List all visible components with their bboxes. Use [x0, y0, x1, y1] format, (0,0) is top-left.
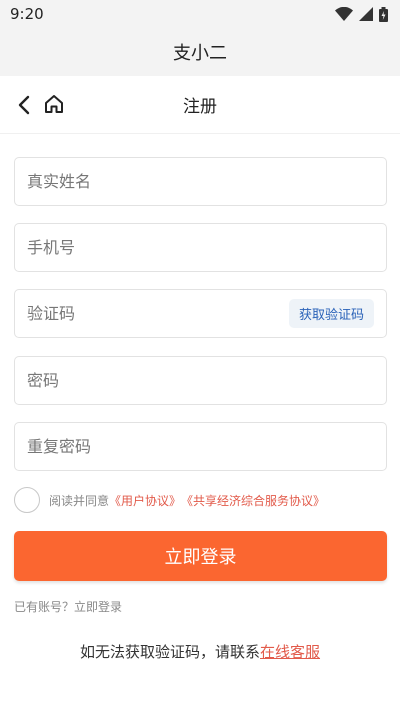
agreement-row: 阅读并同意 《用户协议》 《共享经济综合服务协议》	[14, 486, 325, 514]
help-text: 如无法获取验证码，请联系	[79, 643, 260, 661]
agreement-prefix: 阅读并同意	[49, 493, 110, 508]
phone-field	[14, 223, 387, 272]
signal-icon	[359, 7, 373, 21]
status-icons	[335, 6, 388, 22]
password-input[interactable]	[27, 371, 374, 390]
help-row: 如无法获取验证码，请联系在线客服	[0, 641, 400, 662]
nav-bar: 注册	[0, 76, 400, 134]
name-input[interactable]	[27, 172, 374, 191]
code-field: 获取验证码	[14, 289, 387, 338]
back-icon[interactable]	[14, 94, 36, 116]
online-service-link[interactable]: 在线客服	[260, 643, 320, 661]
login-link[interactable]: 已有账号？立即登录	[14, 598, 122, 615]
home-icon[interactable]	[43, 93, 65, 115]
agreement-radio[interactable]	[14, 487, 40, 513]
get-code-button[interactable]: 获取验证码	[288, 299, 374, 328]
user-agreement-link[interactable]: 《用户协议》	[109, 492, 181, 509]
battery-icon	[379, 6, 388, 22]
name-field	[14, 157, 387, 206]
phone-input[interactable]	[27, 238, 374, 257]
app-title: 支小二	[173, 43, 227, 64]
status-bar: 9:20	[0, 0, 400, 28]
confirm-password-field	[14, 422, 387, 471]
status-time: 9:20	[10, 5, 44, 23]
submit-button[interactable]: 立即登录	[14, 531, 387, 581]
confirm-password-input[interactable]	[27, 437, 374, 456]
service-agreement-link[interactable]: 《共享经济综合服务协议》	[181, 492, 325, 509]
wifi-icon	[335, 7, 353, 21]
code-input[interactable]	[27, 304, 289, 323]
app-header: 支小二	[0, 28, 400, 76]
password-field	[14, 356, 387, 405]
